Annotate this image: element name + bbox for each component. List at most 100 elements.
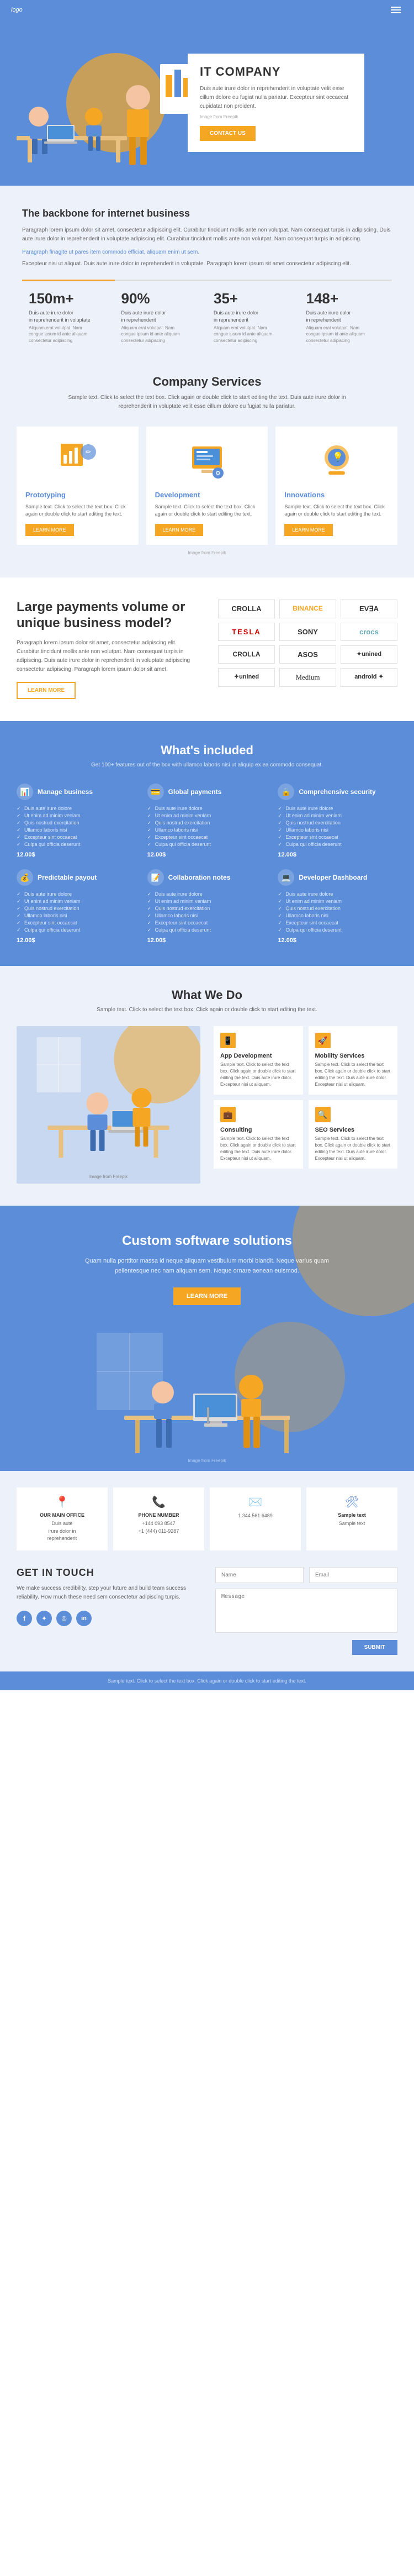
ww-service-desc-3: Sample text. Click to select the text bo…	[315, 1135, 391, 1162]
contact-card-title-3: Sample text	[312, 1512, 392, 1518]
logo-item-7: ASOS	[279, 645, 336, 664]
logo-item-2: EV∃A	[341, 600, 397, 618]
included-list-4: ✓Duis aute irure dolore ✓Ut enim ad mini…	[147, 891, 267, 933]
contact-card-title-0: OUR MAIN OFFICE	[22, 1512, 102, 1518]
payments-icon: 💳	[147, 784, 164, 800]
email-input[interactable]	[309, 1567, 397, 1583]
hero-description: Duis aute irure dolor in reprehenderit i…	[200, 85, 352, 111]
included-item-title-3: 💰 Predictable payout	[17, 869, 136, 886]
name-input[interactable]	[215, 1567, 304, 1583]
custom-description: Quam nulla porttitor massa id neque aliq…	[80, 1257, 334, 1276]
stat-number: 90%	[121, 290, 201, 307]
service-card-1: ⚙ Development Sample text. Click to sele…	[146, 427, 268, 545]
contact-card-1: 📞 PHONE NUMBER +144 093 8547 +1 (444) 01…	[113, 1487, 204, 1550]
email-icon: ✉️	[215, 1495, 295, 1509]
included-item-title-5: 💻 Developer Dashboard	[278, 869, 397, 886]
service-btn-0[interactable]: LEARN MORE	[25, 524, 74, 536]
included-item-title-0: 📊 Manage business	[17, 784, 136, 800]
ww-service-3: 🔍 SEO Services Sample text. Click to sel…	[309, 1100, 398, 1169]
location-icon: 📍	[22, 1495, 102, 1509]
included-price-0: 12.00$	[17, 851, 136, 858]
included-price-5: 12.00$	[278, 937, 397, 944]
svg-text:💡: 💡	[332, 451, 343, 462]
custom-img-tag: Image from Freepik	[17, 1458, 397, 1463]
service-btn-2[interactable]: LEARN MORE	[284, 524, 333, 536]
backbone-link[interactable]: Paragraph finagite ut pares item commodo…	[22, 249, 199, 255]
contact-submit-button[interactable]: SUBMIT	[352, 1640, 397, 1655]
social-icons-row: f ✦ ◎ in	[17, 1611, 199, 1626]
logo-item-3: TESLA	[218, 623, 275, 641]
included-list-1: ✓Duis aute irure dolore ✓Ut enim ad mini…	[147, 806, 267, 847]
services-title: Company Services	[17, 375, 397, 389]
footer: Sample text. Click to select the text bo…	[0, 1671, 414, 1690]
ww-service-desc-0: Sample text. Click to select the text bo…	[220, 1061, 296, 1088]
logo-item-1: BINANCE	[279, 600, 336, 618]
included-list-0: ✓Duis aute irure dolore ✓Ut enim ad mini…	[17, 806, 136, 847]
nav-menu-icon[interactable]	[389, 4, 403, 15]
service-name-0: Prototyping	[25, 491, 130, 499]
contact-card-text-2: 1.344.561.6489	[215, 1512, 295, 1520]
payments-text: Paragraph lorem ipsum dolor sit amet, co…	[17, 639, 196, 674]
custom-title: Custom software solutions	[17, 1233, 397, 1249]
included-item-title-2: 🔒 Comprehensive security	[278, 784, 397, 800]
footer-text: Sample text. Click to select the text bo…	[108, 1678, 306, 1684]
payments-learn-more-button[interactable]: LEARN MORE	[17, 682, 76, 699]
ww-service-2: 💼 Consulting Sample text. Click to selec…	[214, 1100, 303, 1169]
stat-label: Duis aute irure dolorin reprehenderit	[121, 309, 201, 323]
app-dev-icon: 📱	[220, 1033, 236, 1048]
seo-icon: 🔍	[315, 1107, 331, 1122]
custom-section: Custom software solutions Quam nulla por…	[0, 1206, 414, 1471]
hero-illustration	[0, 31, 204, 186]
service-icon-0: ✏	[25, 435, 130, 485]
stat-desc: Aliquam erat volutpat. Namcongue ipsum i…	[29, 325, 108, 344]
twitter-icon[interactable]: ✦	[36, 1611, 52, 1626]
included-item-1: 💳 Global payments ✓Duis aute irure dolor…	[147, 784, 267, 858]
stat-item-2: 35+ Duis aute irure dolorin reprehenderi…	[207, 280, 300, 353]
service-desc-2: Sample text. Click to select the text bo…	[284, 503, 389, 518]
contact-section: 📍 OUR MAIN OFFICE Duis aute irure dolor …	[0, 1471, 414, 1671]
stat-desc: Aliquam erat volutpat. Namcongue ipsum i…	[306, 325, 386, 344]
security-icon: 🔒	[278, 784, 294, 800]
hero-img-tag: Image from Freepik	[200, 114, 352, 119]
contact-card-0: 📍 OUR MAIN OFFICE Duis aute irure dolor …	[17, 1487, 108, 1550]
stat-item-0: 150m+ Duis aute irure dolorin reprehende…	[22, 280, 115, 353]
contact-card-3: 🛠 Sample text Sample text	[306, 1487, 397, 1550]
linkedin-icon[interactable]: in	[76, 1611, 92, 1626]
backbone-paragraph2: Excepteur nisi ut aliquat. Duis aute iru…	[22, 260, 392, 269]
contact-card-title-1: PHONE NUMBER	[119, 1512, 199, 1518]
service-card-0: ✏ Prototyping Sample text. Click to sele…	[17, 427, 139, 545]
ww-service-desc-1: Sample text. Click to select the text bo…	[315, 1061, 391, 1088]
hero-contact-button[interactable]: CONTACT US	[200, 126, 256, 141]
message-textarea[interactable]	[215, 1589, 397, 1633]
payments-title: Large payments volume or unique business…	[17, 600, 196, 632]
facebook-icon[interactable]: f	[17, 1611, 32, 1626]
stat-number: 148+	[306, 290, 386, 307]
included-item-title-4: 📝 Collaboration notes	[147, 869, 267, 886]
logo-item-6: CROLLA	[218, 645, 275, 664]
included-subtitle: Get 100+ features out of the box with ul…	[17, 762, 397, 768]
included-price-2: 12.00$	[278, 851, 397, 858]
contact-main: GET IN TOUCH We make success credibility…	[17, 1567, 397, 1671]
logos-grid: CROLLA BINANCE EV∃A TESLA SONY crocs CRO…	[218, 600, 397, 687]
logo-item-5: crocs	[341, 623, 397, 641]
included-section: What's included Get 100+ features out of…	[0, 721, 414, 966]
backbone-section: The backbone for internet business Parag…	[0, 186, 414, 353]
whatwedo-content: Image from Freepik 📱 App Development Sam…	[17, 1026, 397, 1184]
svg-text:⚙: ⚙	[215, 470, 221, 477]
stats-row: 150m+ Duis aute irure dolorin reprehende…	[22, 280, 392, 353]
included-grid: 📊 Manage business ✓Duis aute irure dolor…	[17, 784, 397, 944]
included-item-2: 🔒 Comprehensive security ✓Duis aute irur…	[278, 784, 397, 858]
included-item-0: 📊 Manage business ✓Duis aute irure dolor…	[17, 784, 136, 858]
included-list-2: ✓Duis aute irure dolore ✓Ut enim ad mini…	[278, 806, 397, 847]
custom-illustration: Image from Freepik	[17, 1322, 397, 1465]
whatwedo-title: What We Do	[17, 988, 397, 1002]
custom-learn-more-button[interactable]: LEARN MORE	[173, 1287, 241, 1305]
chart-icon: 📊	[17, 784, 33, 800]
backbone-paragraph: Paragraph lorem ipsum dolor sit amet, co…	[22, 226, 392, 244]
contact-card-2: ✉️ 1.344.561.6489	[210, 1487, 301, 1550]
mobility-icon: 🚀	[315, 1033, 331, 1048]
svg-text:✏: ✏	[86, 448, 91, 456]
contact-card-text-3: Sample text	[312, 1520, 392, 1528]
service-btn-1[interactable]: LEARN MORE	[155, 524, 204, 536]
instagram-icon[interactable]: ◎	[56, 1611, 72, 1626]
